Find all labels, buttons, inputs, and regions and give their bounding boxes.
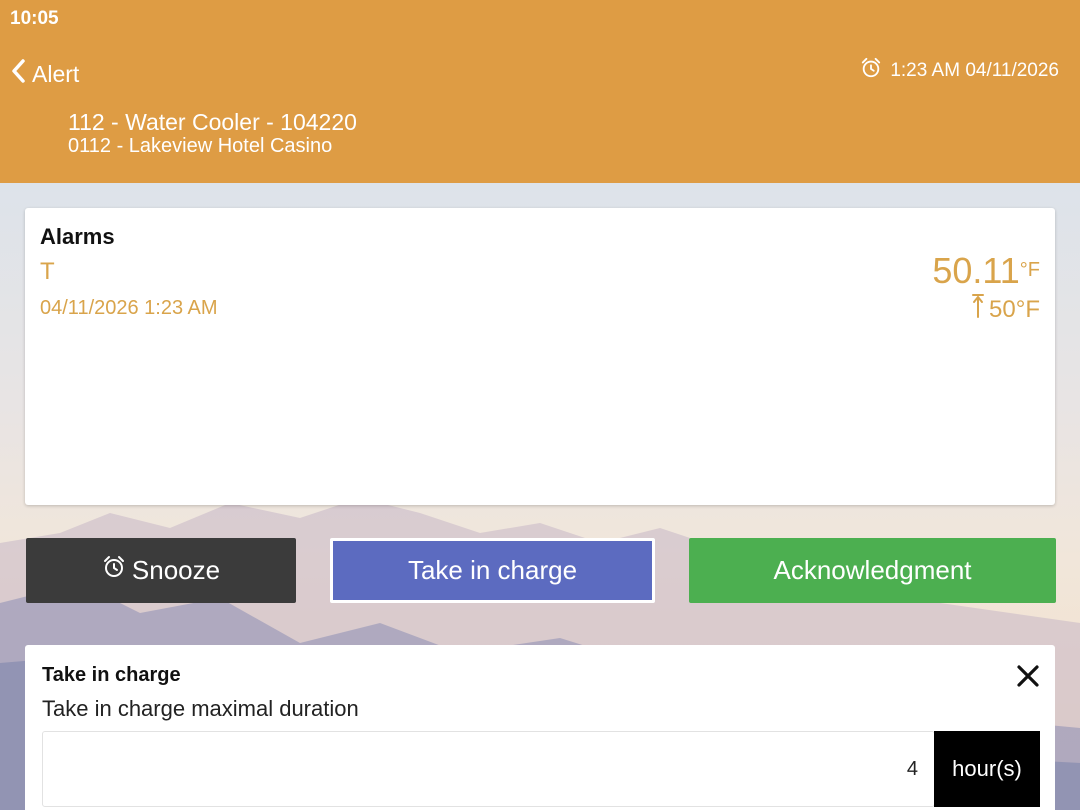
alarm-datetime: 1:23 AM 04/11/2026 xyxy=(860,57,1059,85)
alarm-value: 50.11 °F xyxy=(932,250,1040,292)
status-bar-time: 10:05 xyxy=(10,8,59,29)
duration-input[interactable] xyxy=(42,731,935,807)
alarm-value-number: 50.11 xyxy=(932,250,1020,291)
arrow-up-bar-icon xyxy=(971,293,985,326)
alarm-type: T xyxy=(40,258,55,285)
take-in-charge-label: Take in charge xyxy=(407,555,578,585)
alarms-card-title: Alarms xyxy=(40,224,115,249)
back-label: Alert xyxy=(32,60,80,87)
duration-unit: hour(s) xyxy=(934,731,1040,807)
alarms-card: Alarms T 04/11/2026 1:23 AM 50.11 °F 50°… xyxy=(25,208,1055,505)
back-button[interactable]: Alert xyxy=(10,58,79,90)
alarm-value-unit: °F xyxy=(1019,259,1040,281)
take-in-charge-button[interactable]: Take in charge xyxy=(330,538,655,603)
panel-subtitle: Take in charge maximal duration xyxy=(42,696,359,721)
acknowledgment-label: Acknowledgment xyxy=(773,555,972,585)
chevron-left-icon xyxy=(10,58,26,90)
snooze-label: Snooze xyxy=(131,555,221,585)
take-in-charge-panel: Take in charge Take in charge maximal du… xyxy=(25,645,1055,810)
alarm-clock-icon xyxy=(102,555,126,586)
close-icon[interactable] xyxy=(1015,663,1041,689)
site-title: 0112 - Lakeview Hotel Casino xyxy=(68,135,333,157)
app-header: 10:05 Alert 1:23 AM 04/11/2026 112 - Wat… xyxy=(0,0,1080,183)
asset-title: 112 - Water Cooler - 104220 xyxy=(68,109,357,135)
alarm-threshold: 50°F xyxy=(971,293,1040,326)
panel-title: Take in charge xyxy=(42,664,181,686)
alarm-threshold-value: 50°F xyxy=(989,295,1040,323)
alarm-datetime-text: 1:23 AM 04/11/2026 xyxy=(890,60,1059,81)
snooze-button[interactable]: Snooze xyxy=(26,538,296,603)
alarm-clock-icon xyxy=(860,57,882,85)
acknowledgment-button[interactable]: Acknowledgment xyxy=(689,538,1056,603)
alarm-date: 04/11/2026 1:23 AM xyxy=(40,297,218,319)
